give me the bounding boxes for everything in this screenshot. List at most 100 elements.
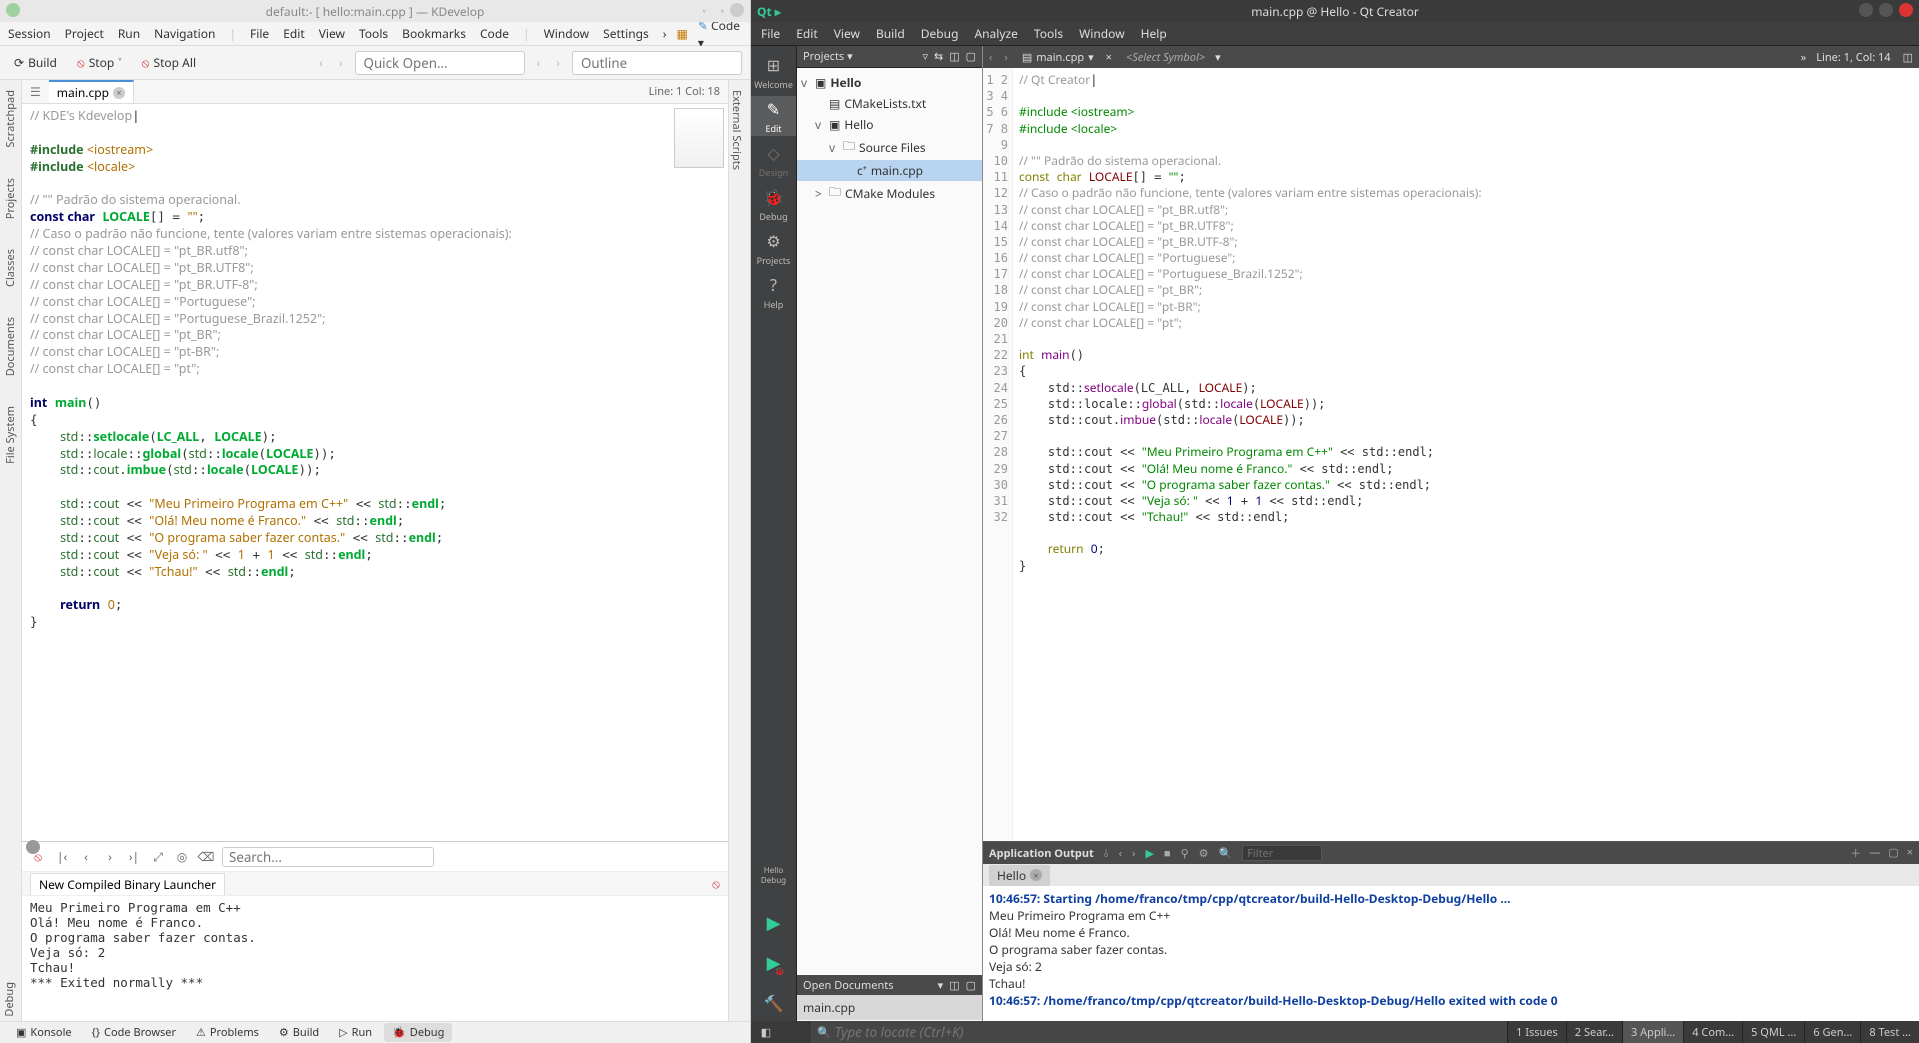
locator-input[interactable] bbox=[835, 1023, 985, 1041]
close-panel-icon[interactable]: ▢ bbox=[966, 49, 976, 64]
tree-node-cmakelists-txt[interactable]: ▤CMakeLists.txt bbox=[797, 93, 982, 114]
close-panel-icon[interactable]: ▢ bbox=[966, 978, 976, 993]
nav-back-icon[interactable]: ‹ bbox=[983, 50, 998, 65]
open-doc-item[interactable]: main.cpp bbox=[797, 995, 982, 1020]
menu-edit[interactable]: Edit bbox=[283, 25, 304, 42]
menu-tools[interactable]: Tools bbox=[359, 25, 388, 42]
rail-projects[interactable]: Projects bbox=[3, 178, 18, 219]
pin-icon[interactable]: ⫰ bbox=[1104, 846, 1109, 861]
settings-icon[interactable]: ⚙ bbox=[1199, 846, 1209, 861]
tab-close-icon[interactable]: × bbox=[1030, 869, 1042, 881]
chevron-right-icon[interactable]: › bbox=[663, 25, 667, 42]
bottombar-problems[interactable]: ⚠Problems bbox=[188, 1023, 267, 1042]
next-icon[interactable]: › bbox=[1132, 846, 1135, 861]
build-button[interactable]: 🔨 bbox=[751, 985, 796, 1021]
mode-design[interactable]: ◇Design bbox=[751, 140, 796, 180]
menu-tools[interactable]: Tools bbox=[1034, 25, 1063, 42]
mode-projects[interactable]: ⚙Projects bbox=[751, 228, 796, 268]
chevron-down-icon[interactable]: ▾ bbox=[938, 978, 944, 993]
split-icon[interactable]: ◫ bbox=[949, 49, 959, 64]
qtc-titlebar[interactable]: Qt ▸ main.cpp @ Hello - Qt Creator bbox=[751, 0, 1919, 22]
stop-icon[interactable]: ■ bbox=[1164, 846, 1171, 861]
bottombar-run[interactable]: ▷Run bbox=[331, 1023, 380, 1042]
menu-run[interactable]: Run bbox=[118, 25, 140, 42]
bottombar-code-browser[interactable]: {}Code Browser bbox=[84, 1023, 184, 1042]
view-grid-icon[interactable]: ▦ bbox=[677, 25, 688, 42]
symbol-dropdown[interactable]: <Select Symbol> bbox=[1120, 50, 1211, 65]
editor-tab-main-cpp[interactable]: main.cpp × bbox=[49, 80, 134, 103]
qtc-code-editor[interactable]: 1 2 3 4 5 6 7 8 9 10 11 12 13 14 15 16 1… bbox=[983, 68, 1919, 841]
menu-file[interactable]: File bbox=[761, 25, 780, 42]
menu-file[interactable]: File bbox=[250, 25, 269, 42]
menu-project[interactable]: Project bbox=[65, 25, 104, 42]
target-icon[interactable]: ◎ bbox=[174, 849, 190, 865]
project-tree[interactable]: v▣Hello▤CMakeLists.txtv▣Hellov🗀Source Fi… bbox=[797, 68, 982, 975]
menu-session[interactable]: Session bbox=[8, 25, 51, 42]
tree-node-hello[interactable]: v▣Hello bbox=[797, 114, 982, 135]
prev-icon[interactable]: ‹ bbox=[78, 849, 94, 865]
kdev-titlebar[interactable]: default:- [ hello:main.cpp ] — KDevelop … bbox=[0, 0, 750, 22]
build-button[interactable]: ⟳Build bbox=[8, 50, 63, 75]
menu-help[interactable]: Help bbox=[1141, 25, 1167, 42]
rail-classes[interactable]: Classes bbox=[3, 249, 18, 287]
menu-code[interactable]: Code bbox=[480, 25, 509, 42]
output-search-input[interactable] bbox=[222, 847, 434, 867]
window-minimize-icon[interactable]: ˅ bbox=[703, 6, 706, 23]
tree-node-hello[interactable]: v▣Hello bbox=[797, 72, 982, 93]
last-icon[interactable]: ›| bbox=[126, 849, 142, 865]
window-close-icon[interactable] bbox=[730, 3, 744, 17]
debug-button[interactable]: ▶🐞 bbox=[751, 945, 796, 981]
code-content[interactable]: // KDE's Kdevelop| #include <iostream> #… bbox=[22, 104, 728, 635]
output-tab-launcher[interactable]: New Compiled Binary Launcher bbox=[30, 873, 225, 895]
window-maximize-icon[interactable] bbox=[1879, 3, 1893, 17]
run-button[interactable]: ▶ bbox=[751, 905, 796, 941]
add-icon[interactable]: ＋ bbox=[1850, 845, 1861, 861]
window-minimize-icon[interactable] bbox=[1859, 3, 1873, 17]
filter-icon[interactable]: ▿ bbox=[922, 49, 928, 64]
pane-0[interactable]: 1 Issues bbox=[1507, 1021, 1566, 1043]
sync-icon[interactable]: ⇆ bbox=[934, 49, 943, 64]
nav-back-icon[interactable]: ‹ bbox=[315, 54, 327, 71]
minimap[interactable] bbox=[674, 108, 724, 168]
debug-rail-label[interactable]: Debug bbox=[0, 978, 19, 1021]
expand-icon[interactable]: ⤢ bbox=[150, 849, 166, 865]
output-tab-hello[interactable]: Hello × bbox=[989, 865, 1050, 886]
panel-close-icon[interactable] bbox=[26, 840, 40, 854]
nav-fwd-icon[interactable]: › bbox=[335, 54, 347, 71]
projects-dropdown[interactable]: Projects ▾ bbox=[803, 49, 916, 64]
first-icon[interactable]: |‹ bbox=[54, 849, 70, 865]
minimize-icon[interactable]: — bbox=[1869, 845, 1880, 861]
clear-icon[interactable]: ⌫ bbox=[198, 849, 214, 865]
stop-button[interactable]: ⦸Stop ˅ bbox=[71, 50, 128, 75]
rail-documents[interactable]: Documents bbox=[3, 317, 18, 376]
outline-back-icon[interactable]: ‹ bbox=[533, 54, 545, 71]
pane-6[interactable]: 8 Test ... bbox=[1860, 1021, 1919, 1043]
menu-window[interactable]: Window bbox=[544, 25, 590, 42]
menu-bookmarks[interactable]: Bookmarks bbox=[402, 25, 466, 42]
run-target-selector[interactable]: HelloDebug bbox=[751, 851, 796, 901]
mode-welcome[interactable]: ⊞Welcome bbox=[751, 52, 796, 92]
tab-close-icon[interactable]: × bbox=[113, 87, 125, 99]
menu-analyze[interactable]: Analyze bbox=[974, 25, 1017, 42]
stop-all-button[interactable]: ⦸Stop All bbox=[136, 50, 202, 75]
bottombar-debug[interactable]: 🐞Debug bbox=[384, 1023, 452, 1042]
rail-external-scripts[interactable]: External Scripts bbox=[729, 80, 744, 170]
outline-input[interactable] bbox=[572, 51, 742, 75]
play-icon[interactable]: ▶ bbox=[1145, 846, 1153, 861]
toggle-sidebar-icon[interactable]: ◧ bbox=[751, 1025, 781, 1040]
menu-view[interactable]: View bbox=[319, 25, 345, 42]
rail-scratchpad[interactable]: Scratchpad bbox=[3, 90, 18, 148]
next-icon[interactable]: › bbox=[102, 849, 118, 865]
outline-fwd-icon[interactable]: › bbox=[552, 54, 564, 71]
pane-1[interactable]: 2 Sear... bbox=[1566, 1021, 1622, 1043]
attach-icon[interactable]: ⚲ bbox=[1181, 846, 1189, 861]
output-filter-input[interactable] bbox=[1242, 845, 1322, 861]
mode-debug[interactable]: 🐞Debug bbox=[751, 184, 796, 224]
maximize-icon[interactable]: ▢ bbox=[1888, 845, 1898, 861]
split-icon[interactable]: ◫ bbox=[949, 978, 959, 993]
window-maximize-icon[interactable]: ˄ bbox=[721, 6, 724, 23]
window-close-icon[interactable] bbox=[1899, 3, 1913, 17]
tree-node-source-files[interactable]: v🗀Source Files bbox=[797, 135, 982, 160]
output-tab-close-icon[interactable]: ⦸ bbox=[712, 875, 720, 892]
rail-file-system[interactable]: File System bbox=[3, 406, 18, 464]
